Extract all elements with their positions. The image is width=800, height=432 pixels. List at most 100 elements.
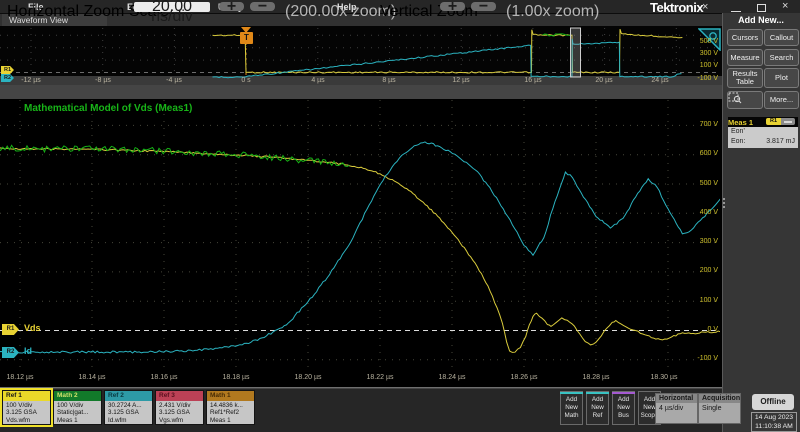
mask-magnifier-icon bbox=[728, 92, 742, 104]
main-x-tick-6: 18.24 µs bbox=[439, 374, 466, 381]
meas1-row-name: Eon' bbox=[728, 127, 798, 137]
results-table-button[interactable]: Results Table bbox=[727, 68, 763, 88]
channel-badge-ref1[interactable]: Ref 1100 V/div3.125 GSAVds.wfm bbox=[2, 390, 51, 425]
overview-x-tick-6: 12 µs bbox=[452, 77, 469, 84]
tekscope-window: FileEditUtilityHelp Tektronix × Waveform… bbox=[0, 0, 800, 432]
close-zoom-icon[interactable]: × bbox=[702, 1, 708, 13]
badge-row: 2.431 V/div bbox=[156, 401, 203, 409]
v-zoom-factor-label: (1.00x zoom) bbox=[506, 3, 599, 21]
plot-title: Mathematical Model of Vds (Meas1) bbox=[24, 103, 192, 114]
zoom-toolbar bbox=[0, 85, 722, 99]
close-button[interactable]: × bbox=[782, 0, 788, 12]
offline-button[interactable]: Offline bbox=[752, 394, 794, 410]
overview-y-tick-0: 500 V bbox=[700, 38, 718, 45]
main-y-tick-2: 500 V bbox=[700, 180, 718, 187]
add-new-ref-button[interactable]: AddNewRef bbox=[586, 391, 609, 425]
main-x-tick-7: 18.26 µs bbox=[511, 374, 538, 381]
overview-y-tick-3: -100 V bbox=[697, 75, 718, 82]
add-buttons-row: AddNewMathAddNewRefAddNewBusAddNewScope bbox=[560, 391, 661, 425]
date-text: 14 Aug 2023 bbox=[752, 414, 796, 423]
meas1-results-panel[interactable]: Eon' Eon: 3.817 mJ bbox=[728, 127, 798, 148]
overview-x-tick-9: 24 µs bbox=[651, 77, 668, 84]
waveform-trace bbox=[0, 148, 720, 353]
add-new-math-button[interactable]: AddNewMath bbox=[560, 391, 583, 425]
maximize-button[interactable] bbox=[757, 4, 766, 12]
horizontal-panel[interactable]: Horizontal 4 µs/div bbox=[655, 393, 698, 424]
sidebar-drag-handle[interactable] bbox=[722, 196, 726, 214]
horizontal-scale-value: 4 µs/div bbox=[656, 403, 697, 412]
channel-badge-ref2[interactable]: Ref 230.2724 A...3.125 GSAId.wfm bbox=[104, 390, 153, 425]
main-y-tick-3: 400 V bbox=[700, 209, 718, 216]
trigger-flag-icon[interactable]: T bbox=[240, 32, 253, 44]
measure-button[interactable]: Measure bbox=[727, 49, 763, 66]
acquisition-panel[interactable]: Acquisition Single bbox=[698, 393, 741, 424]
v-zoom-minus-button[interactable]: − bbox=[471, 2, 496, 11]
overview-x-tick-1: -8 µs bbox=[95, 77, 111, 84]
badge-row: 3.125 GSA bbox=[156, 409, 203, 417]
badge-row: Vds.wfm bbox=[3, 416, 50, 424]
plot-button[interactable]: Plot bbox=[764, 68, 799, 88]
callout-button[interactable]: Callout bbox=[764, 29, 799, 46]
v-zoom-plus-button[interactable]: + bbox=[440, 2, 465, 11]
main-y-tick-7: 0 V bbox=[707, 326, 718, 333]
main-y-tick-6: 100 V bbox=[700, 297, 718, 304]
badge-row: 3.125 GSA bbox=[3, 409, 50, 417]
badge-row: Ref1*Ref2 bbox=[207, 409, 254, 417]
overview-x-tick-3: 0 s bbox=[241, 77, 250, 84]
main-x-tick-9: 18.30 µs bbox=[651, 374, 678, 381]
badge-row: 100 V/div bbox=[54, 401, 101, 409]
badge-header: Ref 3 bbox=[156, 391, 203, 401]
search-button[interactable]: Search bbox=[764, 49, 799, 66]
meas1-source-pill[interactable]: R1 bbox=[766, 118, 781, 125]
main-y-tick-0: 700 V bbox=[700, 121, 718, 128]
meas1-eon-label: Eon: bbox=[731, 138, 745, 145]
minimize-button[interactable] bbox=[731, 3, 741, 12]
badge-header: Math 2 bbox=[54, 391, 101, 401]
vds-trace-label: Vds bbox=[24, 323, 41, 333]
datetime-display: 14 Aug 2023 11:10:38 AM bbox=[751, 412, 797, 432]
badge-header: Ref 2 bbox=[105, 391, 152, 401]
cursors-button[interactable]: Cursors bbox=[727, 29, 763, 46]
h-zoom-plus-button[interactable]: + bbox=[219, 2, 244, 11]
badge-row: Meas 1 bbox=[54, 416, 101, 424]
main-x-tick-5: 18.22 µs bbox=[367, 374, 394, 381]
meas1-pill-handle[interactable] bbox=[781, 118, 795, 125]
channel-badge-math2[interactable]: Math 2100 V/divStatic|gat...Meas 1 bbox=[53, 390, 102, 425]
overview-y-tick-2: 100 V bbox=[700, 62, 718, 69]
main-y-tick-8: -100 V bbox=[697, 355, 718, 362]
badge-color-stripe bbox=[560, 392, 583, 394]
horizontal-zoom-scale-input[interactable]: 20.00 ns/div bbox=[134, 2, 210, 12]
time-text: 11:10:38 AM bbox=[752, 423, 796, 432]
badge-header: Math 1 bbox=[207, 391, 254, 401]
acquisition-panel-title: Acquisition bbox=[699, 394, 740, 403]
badge-row: 100 V/div bbox=[3, 401, 50, 409]
add-new-header: Add New... bbox=[722, 15, 800, 25]
main-x-tick-2: 18.16 µs bbox=[151, 374, 178, 381]
main-y-tick-5: 200 V bbox=[700, 267, 718, 274]
overview-x-tick-0: -12 µs bbox=[21, 77, 41, 84]
mask-tool-button[interactable] bbox=[727, 91, 763, 109]
badge-color-stripe bbox=[586, 392, 609, 394]
badge-row: Id.wfm bbox=[105, 416, 152, 424]
zoom-window-selector[interactable] bbox=[571, 28, 581, 77]
waveform-trace bbox=[0, 145, 349, 166]
badge-row: 14.4836 k... bbox=[207, 401, 254, 409]
overview-x-tick-5: 8 µs bbox=[382, 77, 395, 84]
badge-color-stripe bbox=[612, 392, 635, 394]
meas1-eon-value: 3.817 mJ bbox=[766, 138, 795, 145]
badge-row: Meas 1 bbox=[207, 416, 254, 424]
main-y-tick-1: 600 V bbox=[700, 150, 718, 157]
add-new-bus-button[interactable]: AddNewBus bbox=[612, 391, 635, 425]
h-zoom-minus-button[interactable]: − bbox=[250, 2, 275, 11]
overview-x-tick-8: 20 µs bbox=[595, 77, 612, 84]
main-x-tick-1: 18.14 µs bbox=[79, 374, 106, 381]
waveform-trace bbox=[0, 142, 720, 353]
badge-row: Vgs.wfm bbox=[156, 416, 203, 424]
channel-badge-math1[interactable]: Math 114.4836 k...Ref1*Ref2Meas 1 bbox=[206, 390, 255, 425]
main-x-tick-4: 18.20 µs bbox=[295, 374, 322, 381]
channel-badge-ref3[interactable]: Ref 32.431 V/div3.125 GSAVgs.wfm bbox=[155, 390, 204, 425]
main-waveform-chart[interactable] bbox=[0, 99, 722, 385]
badge-row: 3.125 GSA bbox=[105, 409, 152, 417]
more-button[interactable]: More... bbox=[764, 91, 799, 109]
main-x-tick-3: 18.18 µs bbox=[223, 374, 250, 381]
